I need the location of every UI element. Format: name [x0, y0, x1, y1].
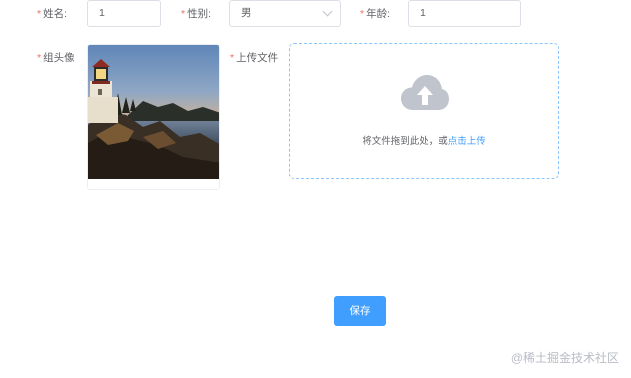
name-input-value: 1 — [99, 7, 105, 19]
save-button[interactable]: 保存 — [334, 296, 386, 326]
upload-label: * 上传文件 — [230, 52, 279, 64]
upload-form-page: * 姓名: 1 * 性别: 男 * 年龄: 1 * 组头像 * 上传文件 将文件… — [0, 0, 631, 378]
name-input[interactable]: 1 — [87, 0, 161, 27]
click-upload-link[interactable]: 点击上传 — [448, 136, 486, 147]
avatar-image — [88, 45, 219, 189]
chevron-down-icon — [322, 6, 333, 17]
upload-hint-text: 将文件拖到此处，或 — [362, 136, 448, 147]
required-mark: * — [230, 52, 235, 64]
required-mark: * — [181, 8, 186, 20]
upload-hint: 将文件拖到此处，或点击上传 — [290, 133, 558, 147]
avatar-uploader[interactable] — [87, 44, 220, 190]
required-mark: * — [360, 8, 365, 20]
upload-dropzone[interactable]: 将文件拖到此处，或点击上传 — [289, 43, 559, 179]
gender-select-value: 男 — [241, 7, 252, 19]
age-input-value: 1 — [420, 7, 426, 19]
age-label: * 年龄: — [360, 8, 391, 20]
gender-select[interactable]: 男 — [229, 0, 341, 27]
avatar-label: * 组头像 — [37, 52, 75, 64]
gender-label: * 性别: — [181, 8, 212, 20]
name-label: * 姓名: — [37, 8, 68, 20]
required-mark: * — [37, 52, 42, 64]
cloud-upload-icon — [401, 75, 449, 110]
required-mark: * — [37, 8, 42, 20]
age-input[interactable]: 1 — [408, 0, 521, 27]
watermark: @稀土掘金技术社区 — [510, 351, 619, 365]
